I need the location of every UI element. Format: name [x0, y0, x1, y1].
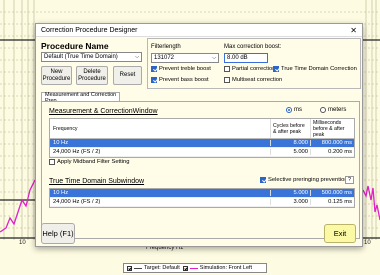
filterlength-label: Filterlength [151, 44, 181, 50]
unit-meters-dot[interactable] [320, 107, 326, 113]
unit-meters-label: meters [328, 107, 347, 113]
row-cycles[interactable]: 5.000 [270, 190, 310, 196]
row-cycles[interactable]: 8.000 [270, 140, 310, 146]
prevent-bass-boost-label: Prevent bass boost [159, 77, 209, 83]
table-row[interactable]: 24,000 Hz (FS / 2) 3.000 0.125 ms [50, 198, 354, 207]
help-question-button[interactable]: ? [345, 176, 354, 184]
unit-ms-dot[interactable] [286, 107, 292, 113]
row-ms[interactable]: 500.000 ms [310, 190, 354, 196]
chevron-down-icon: ⌵ [212, 55, 216, 61]
apply-midband-box[interactable] [49, 159, 55, 165]
tab-panel: Measurement & CorrectionWindow ms meters… [41, 101, 360, 239]
help-button[interactable]: Help (F1) [41, 223, 75, 244]
new-procedure-button[interactable]: New Procedure [41, 66, 72, 85]
partial-correction-label: Partial correction [232, 66, 276, 72]
x-axis-max-label: 10 [364, 240, 371, 246]
prevent-bass-boost-box[interactable] [151, 77, 157, 83]
correction-procedure-dialog: Correction Procedure Designer ✕ Procedur… [35, 23, 363, 247]
legend-target-line [134, 267, 142, 269]
selective-preringing-label: Selective preringing prevention [268, 177, 348, 183]
subwindow-table: 10 Hz 5.000 500.000 ms 24,000 Hz (FS / 2… [49, 188, 355, 208]
row-cycles[interactable]: 3.000 [270, 199, 310, 205]
selective-preringing-checkbox[interactable]: Selective preringing prevention [260, 177, 348, 183]
row-ms[interactable]: 0.125 ms [310, 199, 354, 205]
filter-settings-group: Filterlength 131072 ⌵ Max correction boo… [147, 38, 361, 89]
table-row[interactable]: 10 Hz 8.000 800.000 ms [50, 139, 354, 148]
selective-preringing-box[interactable] [260, 177, 266, 183]
table-row[interactable]: 24,000 Hz (FS / 2) 5.000 0.200 ms [50, 148, 354, 157]
row-ms[interactable]: 800.000 ms [310, 140, 354, 146]
prevent-treble-boost-checkbox[interactable]: Prevent treble boost [151, 66, 211, 72]
close-icon[interactable]: ✕ [350, 26, 357, 35]
partial-correction-checkbox[interactable]: Partial correction [224, 66, 276, 72]
row-ms[interactable]: 0.200 ms [310, 149, 354, 155]
procedure-select-value: Default (True Time Domain) [44, 54, 118, 60]
apply-midband-label: Apply Midband Filter Setting [57, 159, 130, 165]
exit-button[interactable]: Exit [324, 224, 356, 243]
filterlength-select[interactable]: 131072 ⌵ [151, 53, 219, 63]
col-frequency: Frequency [53, 125, 78, 132]
row-frequency: 10 Hz [53, 190, 69, 196]
row-cycles[interactable]: 5.000 [270, 149, 310, 155]
legend-simulation-label: Simulation: Front Left [199, 265, 253, 271]
measurement-window-table: Frequency Cycles before & after peak Mil… [49, 118, 355, 158]
row-frequency: 24,000 Hz (FS / 2) [53, 199, 101, 205]
procedure-name-heading: Procedure Name [41, 41, 109, 51]
filterlength-value: 131072 [154, 55, 175, 61]
multiseat-correction-checkbox[interactable]: Multiseat correction [224, 77, 282, 83]
subwindow-title: True Time Domain Subwindow [49, 178, 145, 185]
true-time-domain-checkbox[interactable]: True Time Domain Correction [273, 66, 357, 72]
row-frequency: 10 Hz [53, 140, 69, 146]
prevent-treble-boost-label: Prevent treble boost [159, 66, 211, 72]
unit-ms-radio[interactable]: ms [286, 107, 302, 113]
table-row[interactable]: 10 Hz 5.000 500.000 ms [50, 189, 354, 198]
multiseat-correction-label: Multiseat correction [232, 77, 283, 83]
reset-button[interactable]: Reset [113, 66, 142, 85]
partial-correction-box[interactable] [224, 66, 230, 72]
dialog-title: Correction Procedure Designer [41, 26, 138, 34]
legend-simulation-checkbox[interactable] [182, 265, 188, 271]
legend-target[interactable]: Target: Default [127, 265, 180, 271]
multiseat-correction-box[interactable] [224, 77, 230, 83]
legend-target-checkbox[interactable] [127, 265, 132, 271]
max-boost-input[interactable]: 8.00 dB [224, 53, 268, 63]
legend-simulation[interactable]: Simulation: Front Left [182, 265, 253, 271]
col-cycles: Cycles before & after peak [270, 119, 310, 138]
true-time-domain-label: True Time Domain Correction [281, 66, 357, 72]
legend-target-label: Target: Default [144, 265, 180, 271]
unit-meters-radio[interactable]: meters [320, 107, 346, 113]
true-time-domain-box[interactable] [273, 66, 279, 72]
apply-midband-checkbox[interactable]: Apply Midband Filter Setting [49, 159, 130, 165]
max-boost-label: Max correction boost: [224, 44, 282, 50]
measurement-window-title: Measurement & CorrectionWindow [49, 108, 158, 115]
row-frequency: 24,000 Hz (FS / 2) [53, 149, 101, 155]
plot-legend: Target: Default Simulation: Front Left [123, 263, 267, 273]
procedure-select[interactable]: Default (True Time Domain) ⌵ [41, 52, 142, 62]
prevent-treble-boost-box[interactable] [151, 66, 157, 72]
x-axis-min-label: 10 [19, 240, 26, 246]
legend-simulation-line [189, 267, 198, 269]
table-header: Frequency Cycles before & after peak Mil… [50, 119, 354, 139]
delete-procedure-button[interactable]: Delete Procedure [76, 66, 108, 85]
unit-ms-label: ms [294, 107, 302, 113]
chevron-down-icon: ⌵ [135, 54, 139, 60]
prevent-bass-boost-checkbox[interactable]: Prevent bass boost [151, 77, 209, 83]
col-milliseconds: Milliseconds before & after peak [310, 119, 354, 138]
dialog-titlebar[interactable]: Correction Procedure Designer ✕ [36, 24, 362, 37]
